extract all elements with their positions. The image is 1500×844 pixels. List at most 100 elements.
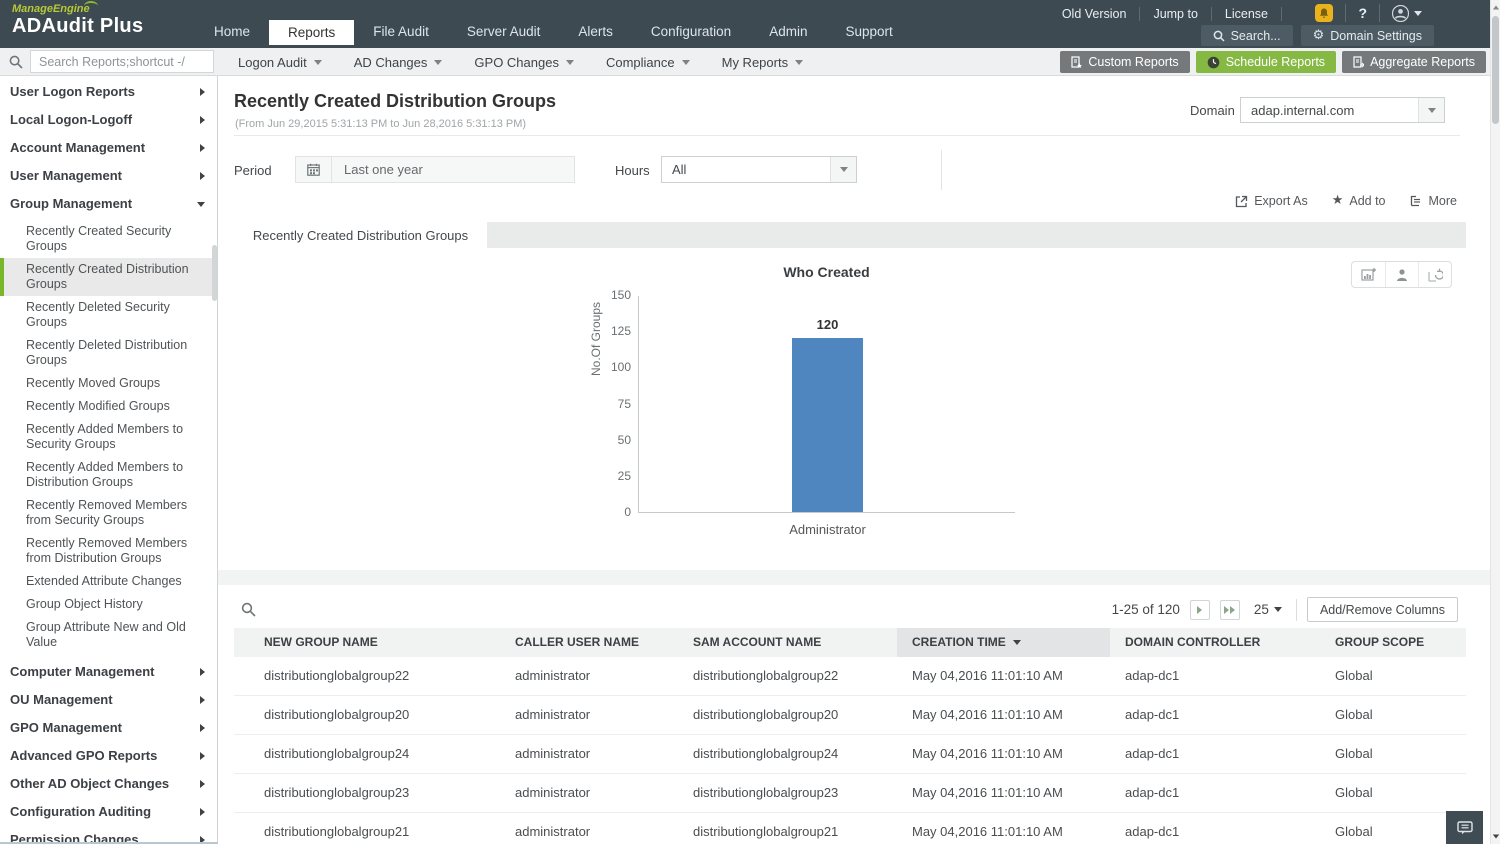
report-tab[interactable]: Recently Created Distribution Groups: [234, 222, 487, 248]
utility-link-jump-to[interactable]: Jump to: [1140, 7, 1211, 21]
sidebar-category-ou-management[interactable]: OU Management: [0, 686, 217, 714]
sidebar-item-recently-added-members-to-distribution-groups[interactable]: Recently Added Members to Distribution G…: [0, 456, 217, 494]
export-as-button[interactable]: Export As: [1235, 194, 1308, 208]
nav-tab-file-audit[interactable]: File Audit: [354, 20, 448, 45]
sidebar-item-recently-removed-members-from-security-groups[interactable]: Recently Removed Members from Security G…: [0, 494, 217, 532]
column-header-new-group-name[interactable]: NEW GROUP NAME: [234, 628, 500, 657]
schedule-reports-button[interactable]: Schedule Reports: [1196, 51, 1336, 73]
table-row[interactable]: distributionglobalgroup22administratordi…: [234, 657, 1466, 696]
menu-logon-audit[interactable]: Logon Audit: [222, 48, 338, 76]
notifications-button[interactable]: [1303, 4, 1346, 22]
next-page-button[interactable]: [1190, 600, 1210, 620]
column-header-group-scope[interactable]: GROUP SCOPE: [1320, 628, 1466, 657]
column-header-caller-user-name[interactable]: CALLER USER NAME: [500, 628, 678, 657]
page-title: Recently Created Distribution Groups: [234, 91, 556, 112]
chevron-down-icon: [566, 60, 574, 65]
page-size-select[interactable]: 25: [1250, 602, 1286, 617]
column-header-domain-controller[interactable]: DOMAIN CONTROLLER: [1110, 628, 1320, 657]
add-remove-columns-button[interactable]: Add/Remove Columns: [1307, 597, 1458, 622]
report-content: Recently Created Distribution Groups (Fr…: [218, 76, 1490, 844]
sidebar-item-recently-deleted-distribution-groups[interactable]: Recently Deleted Distribution Groups: [0, 334, 217, 372]
sidebar-item-recently-modified-groups[interactable]: Recently Modified Groups: [0, 395, 217, 418]
refresh-chart-button[interactable]: [1418, 262, 1451, 287]
nav-tab-server-audit[interactable]: Server Audit: [448, 20, 560, 45]
sidebar-item-recently-moved-groups[interactable]: Recently Moved Groups: [0, 372, 217, 395]
nav-tab-home[interactable]: Home: [195, 20, 269, 45]
sidebar-item-extended-attribute-changes[interactable]: Extended Attribute Changes: [0, 570, 217, 593]
nav-tab-alerts[interactable]: Alerts: [559, 20, 632, 45]
sidebar-item-group-object-history[interactable]: Group Object History: [0, 593, 217, 616]
sidebar-category-other-ad-object-changes[interactable]: Other AD Object Changes: [0, 770, 217, 798]
star-icon: ★: [1332, 195, 1344, 207]
table-row[interactable]: distributionglobalgroup20administratordi…: [234, 696, 1466, 735]
chat-support-button[interactable]: [1446, 811, 1483, 844]
sidebar-category-computer-management[interactable]: Computer Management: [0, 658, 217, 686]
sidebar-scrollbar-thumb[interactable]: [212, 245, 217, 301]
help-button[interactable]: ?: [1346, 4, 1380, 22]
nav-tab-admin[interactable]: Admin: [750, 20, 826, 45]
nav-tab-support[interactable]: Support: [826, 20, 911, 45]
table-cell: administrator: [500, 813, 678, 844]
add-to-button[interactable]: ★ Add to: [1332, 194, 1386, 208]
scrollbar-thumb[interactable]: [1492, 16, 1499, 124]
menu-my-reports[interactable]: My Reports: [706, 48, 819, 76]
menu-compliance[interactable]: Compliance: [590, 48, 706, 76]
user-menu-button[interactable]: [1380, 4, 1434, 22]
sidebar-category-advanced-gpo-reports[interactable]: Advanced GPO Reports: [0, 742, 217, 770]
add-chart-button[interactable]: [1352, 262, 1385, 287]
column-header-creation-time[interactable]: CREATION TIME: [897, 628, 1110, 657]
bar-administrator[interactable]: [792, 338, 863, 512]
reports-search-input[interactable]: [30, 50, 214, 73]
utility-link-license[interactable]: License: [1212, 7, 1282, 21]
scroll-up-arrow[interactable]: [1493, 6, 1499, 10]
table-cell: May 04,2016 11:01:10 AM: [897, 696, 1110, 734]
sidebar-category-user-management[interactable]: User Management: [0, 162, 217, 190]
domain-settings-button[interactable]: ⚙ Domain Settings: [1301, 25, 1434, 46]
table-search-icon[interactable]: [241, 602, 256, 617]
sidebar-item-recently-removed-members-from-distribution-groups[interactable]: Recently Removed Members from Distributi…: [0, 532, 217, 570]
sidebar-category-configuration-auditing[interactable]: Configuration Auditing: [0, 798, 217, 826]
menu-ad-changes[interactable]: AD Changes: [338, 48, 459, 76]
hours-select[interactable]: All: [661, 156, 857, 183]
column-header-sam-account-name[interactable]: SAM ACCOUNT NAME: [678, 628, 897, 657]
table-cell: distributionglobalgroup22: [234, 657, 500, 695]
scroll-down-arrow[interactable]: [1493, 835, 1499, 839]
sidebar-item-recently-deleted-security-groups[interactable]: Recently Deleted Security Groups: [0, 296, 217, 334]
report-table-panel: 1-25 of 120 25 Add/Remove Columns NEW GR…: [234, 585, 1466, 844]
nav-tab-configuration[interactable]: Configuration: [632, 20, 750, 45]
aggregate-reports-button[interactable]: Aggregate Reports: [1342, 51, 1486, 73]
sidebar-category-gpo-management[interactable]: GPO Management: [0, 714, 217, 742]
table-row[interactable]: distributionglobalgroup24administratordi…: [234, 735, 1466, 774]
table-cell: distributionglobalgroup24: [678, 735, 897, 773]
person-icon: [1395, 268, 1409, 282]
more-button[interactable]: More: [1410, 194, 1457, 208]
sidebar-item-recently-created-distribution-groups[interactable]: Recently Created Distribution Groups: [0, 258, 217, 296]
table-cell: adap-dc1: [1110, 696, 1320, 734]
brand-logo[interactable]: ManageEngine ADAudit Plus: [12, 3, 143, 38]
who-created-view-button[interactable]: [1385, 262, 1418, 287]
chart-panel: Who Created No.Of Groups 025507510012515…: [234, 248, 1466, 570]
bar-chart: 0255075100125150120Administrator: [638, 296, 1015, 513]
last-page-button[interactable]: [1220, 600, 1240, 620]
sidebar-category-group-management[interactable]: Group Management: [0, 190, 217, 218]
sidebar-item-group-attribute-new-and-old-value[interactable]: Group Attribute New and Old Value: [0, 616, 217, 654]
page-scrollbar[interactable]: [1490, 0, 1500, 844]
sidebar-category-user-logon-reports[interactable]: User Logon Reports: [0, 78, 217, 106]
chevron-right-icon: [200, 724, 205, 732]
nav-tab-reports[interactable]: Reports: [269, 20, 354, 45]
utility-link-old-version[interactable]: Old Version: [1049, 7, 1141, 21]
domain-select[interactable]: adap.internal.com: [1240, 97, 1445, 123]
sidebar-category-account-management[interactable]: Account Management: [0, 134, 217, 162]
period-label: Period: [234, 163, 272, 178]
table-cell: distributionglobalgroup23: [678, 774, 897, 812]
table-cell: administrator: [500, 696, 678, 734]
menu-gpo-changes[interactable]: GPO Changes: [458, 48, 590, 76]
sidebar-item-recently-created-security-groups[interactable]: Recently Created Security Groups: [0, 220, 217, 258]
sidebar-category-local-logon-logoff[interactable]: Local Logon-Logoff: [0, 106, 217, 134]
sidebar-item-recently-added-members-to-security-groups[interactable]: Recently Added Members to Security Group…: [0, 418, 217, 456]
period-picker[interactable]: Last one year: [295, 156, 575, 183]
custom-reports-button[interactable]: Custom Reports: [1060, 51, 1189, 73]
table-row[interactable]: distributionglobalgroup21administratordi…: [234, 813, 1466, 844]
global-search-button[interactable]: Search...: [1201, 25, 1293, 46]
table-row[interactable]: distributionglobalgroup23administratordi…: [234, 774, 1466, 813]
